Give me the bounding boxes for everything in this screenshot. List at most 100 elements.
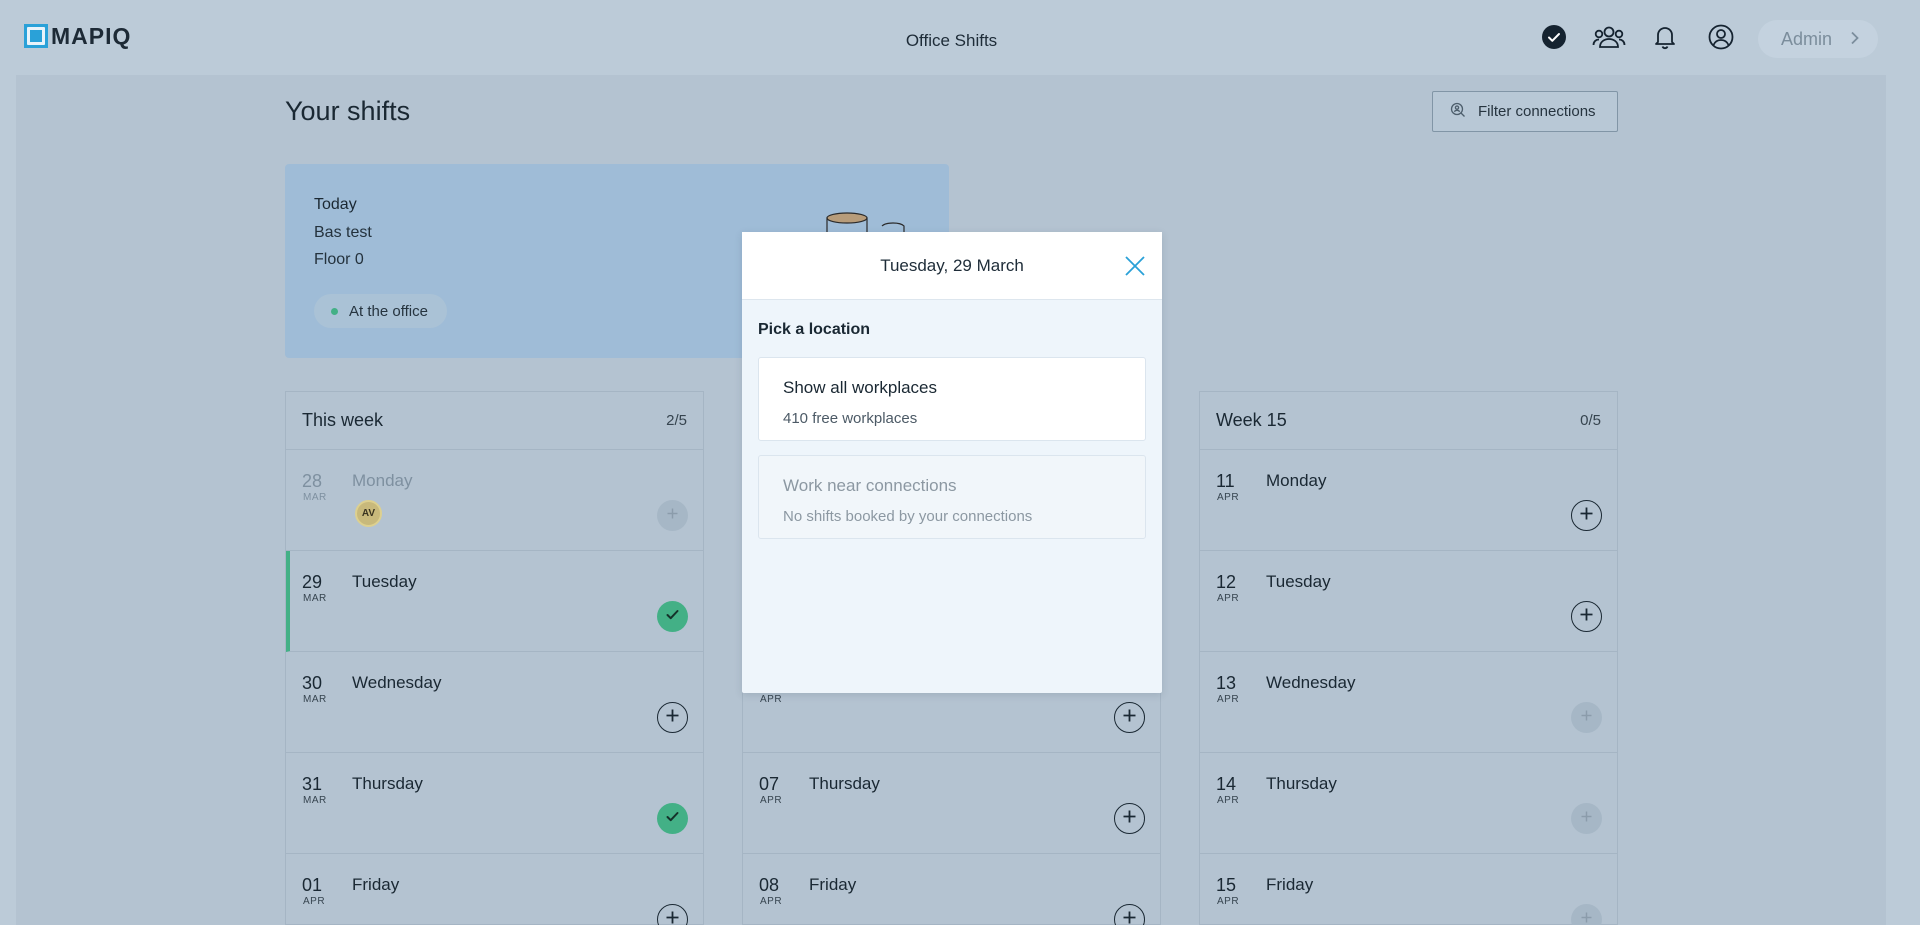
add-shift-button[interactable] [1571, 500, 1602, 531]
option-detail: No shifts booked by your connections [783, 508, 1033, 525]
plus-circle-icon [1122, 910, 1137, 925]
plus-circle-icon [1579, 607, 1594, 627]
day-row[interactable]: 29 MAR Tuesday [286, 551, 703, 652]
location-picker-dialog: Tuesday, 29 March Pick a location Show a… [742, 232, 1162, 693]
option-title: Work near connections [783, 476, 957, 495]
day-row[interactable]: 07 APR Thursday [743, 753, 1160, 854]
option-detail: 410 free workplaces [783, 410, 918, 427]
week-header: Week 15 0/5 [1200, 392, 1617, 450]
day-name: Friday [352, 875, 400, 894]
day-number: 29 [302, 572, 323, 592]
day-month: APR [760, 795, 783, 806]
day-number: 11 [1216, 471, 1235, 491]
day-row[interactable]: 08 APR Friday [743, 854, 1160, 925]
day-number: 28 [302, 471, 323, 491]
check-icon [665, 809, 680, 829]
shift-booked-button[interactable] [657, 601, 688, 632]
day-month: APR [1217, 694, 1240, 705]
dialog-subtitle: Pick a location [758, 321, 871, 338]
day-month: APR [760, 896, 783, 907]
top-bar: MAPIQ Office Shifts Admin [0, 0, 1920, 75]
filter-connections-button[interactable]: Filter connections [1432, 91, 1618, 132]
day-month: APR [1217, 896, 1240, 907]
avatar[interactable]: AV [355, 500, 382, 527]
day-name: Wednesday [1266, 673, 1356, 692]
search-person-icon [1450, 102, 1478, 122]
user-icon[interactable] [1706, 22, 1736, 52]
day-number: 14 [1216, 774, 1237, 794]
week-title: This week [302, 410, 384, 430]
dialog-header: Tuesday, 29 March [742, 232, 1162, 300]
day-month: MAR [303, 492, 327, 503]
add-shift-button[interactable] [657, 702, 688, 733]
day-number: 08 [759, 875, 780, 895]
day-row[interactable]: 11 APR Monday [1200, 450, 1617, 551]
option-title: Show all workplaces [783, 378, 938, 397]
plus-circle-icon [1122, 708, 1137, 728]
day-name: Thursday [1266, 774, 1337, 793]
day-name: Monday [1266, 471, 1327, 490]
admin-menu-button[interactable]: Admin [1758, 20, 1878, 58]
week-column: Week 15 0/5 11 APR Monday 12 APR Tuesday 13 APR We… [1199, 391, 1618, 925]
admin-label: Admin [1781, 28, 1833, 49]
plus-icon [1580, 709, 1593, 727]
day-name: Monday [352, 471, 413, 490]
today-label: Today [314, 196, 357, 213]
chevron-right-icon [1850, 29, 1860, 50]
day-row[interactable]: 01 APR Friday [286, 854, 703, 925]
day-name: Tuesday [1266, 572, 1331, 591]
plus-icon [1580, 810, 1593, 828]
dialog-title: Tuesday, 29 March [880, 255, 1024, 275]
today-floor: Floor 0 [314, 251, 364, 268]
add-shift-button-disabled [1571, 904, 1602, 925]
day-name: Friday [809, 875, 857, 894]
day-row[interactable]: 12 APR Tuesday [1200, 551, 1617, 652]
show-all-workplaces-option[interactable]: Show all workplaces 410 free workplaces [758, 357, 1146, 441]
week-column: This week 2/5 28 MAR Monday AV 29 MAR Tuesday 30 M… [285, 391, 704, 925]
filter-connections-label: Filter connections [1478, 103, 1596, 120]
close-icon[interactable] [1123, 254, 1147, 278]
status-badge: At the office [314, 294, 447, 328]
day-row[interactable]: 13 APR Wednesday [1200, 652, 1617, 753]
day-name: Wednesday [352, 673, 442, 692]
plus-icon [1580, 911, 1593, 925]
add-shift-button[interactable] [657, 904, 688, 925]
day-month: APR [1217, 795, 1240, 806]
check-icon [665, 607, 680, 627]
plus-circle-icon [1579, 506, 1594, 526]
day-number: 13 [1216, 673, 1237, 693]
add-shift-button-disabled [1571, 702, 1602, 733]
add-shift-button[interactable] [1571, 601, 1602, 632]
status-label: At the office [349, 302, 428, 320]
add-shift-button[interactable] [1114, 904, 1145, 925]
day-row[interactable]: 15 APR Friday [1200, 854, 1617, 925]
day-month: MAR [303, 795, 327, 806]
add-shift-button-disabled [657, 500, 688, 531]
day-number: 30 [302, 673, 323, 693]
today-location: Bas test [314, 224, 372, 241]
day-name: Tuesday [352, 572, 417, 591]
bell-icon[interactable] [1650, 22, 1680, 52]
day-row[interactable]: 28 MAR Monday AV [286, 450, 703, 551]
day-month: MAR [303, 593, 327, 604]
shift-booked-button[interactable] [657, 803, 688, 834]
day-month: APR [303, 896, 326, 907]
add-shift-button-disabled [1571, 803, 1602, 834]
day-number: 31 [302, 774, 323, 794]
add-shift-button[interactable] [1114, 803, 1145, 834]
day-number: 15 [1216, 875, 1237, 895]
day-number: 01 [302, 875, 323, 895]
day-month: APR [1217, 593, 1240, 604]
check-circle-icon[interactable] [1539, 22, 1569, 52]
week-header: This week 2/5 [286, 392, 703, 450]
work-near-connections-option: Work near connections No shifts booked b… [758, 455, 1146, 539]
week-booking-count: 2/5 [666, 412, 687, 429]
day-row[interactable]: 30 MAR Wednesday [286, 652, 703, 753]
day-row[interactable]: 31 MAR Thursday [286, 753, 703, 854]
people-icon[interactable] [1592, 22, 1626, 52]
day-row[interactable]: 14 APR Thursday [1200, 753, 1617, 854]
day-number: 07 [759, 774, 780, 794]
plus-icon [666, 507, 679, 525]
add-shift-button[interactable] [1114, 702, 1145, 733]
day-name: Friday [1266, 875, 1314, 894]
